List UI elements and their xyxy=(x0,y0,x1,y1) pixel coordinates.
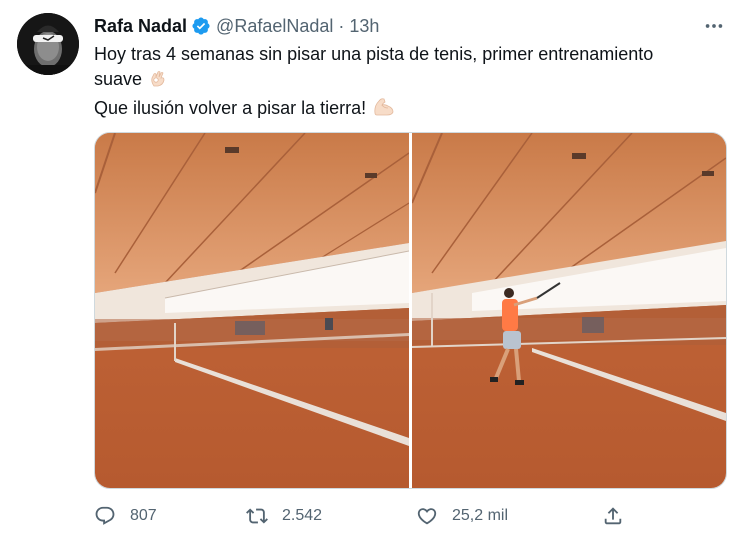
tweet-header: Rafa Nadal @RafaelNadal · 13h xyxy=(94,14,379,38)
tweet-actions-bar: 807 2.542 25,2 mil xyxy=(94,502,634,530)
author-handle[interactable]: @RafaelNadal xyxy=(216,16,333,37)
more-options-icon xyxy=(705,24,723,28)
tweet-text-line-2: suave xyxy=(94,69,143,89)
tweet-text-line-1: Hoy tras 4 semanas sin pisar una pista d… xyxy=(94,44,654,64)
share-button[interactable] xyxy=(602,502,624,530)
tweet-text-line-3-wrap: Que ilusión volver a pisar la tierra! xyxy=(94,95,694,124)
more-options-button[interactable] xyxy=(700,14,728,38)
share-icon xyxy=(604,507,622,525)
tweet-text-line-2-wrap: suave xyxy=(94,67,694,95)
tweet-time[interactable]: 13h xyxy=(349,16,379,37)
reply-icon xyxy=(95,506,115,525)
tweet-text: Hoy tras 4 semanas sin pisar una pista d… xyxy=(94,42,694,124)
retweet-button[interactable]: 2.542 xyxy=(246,502,322,530)
retweet-icon xyxy=(246,508,268,524)
reply-count: 807 xyxy=(130,507,157,524)
avatar-image xyxy=(17,13,79,75)
tennis-court-photo-2 xyxy=(412,133,726,488)
retweet-count: 2.542 xyxy=(282,507,323,524)
tweet-photo-2[interactable] xyxy=(412,133,726,488)
flexed-biceps-emoji-icon xyxy=(372,95,396,124)
like-count: 25,2 mil xyxy=(452,507,509,524)
tennis-court-photo-1 xyxy=(95,133,409,488)
author-name[interactable]: Rafa Nadal xyxy=(94,16,187,37)
heart-icon xyxy=(417,508,437,525)
reply-button[interactable]: 807 xyxy=(94,502,157,530)
like-button[interactable]: 25,2 mil xyxy=(416,502,508,530)
ok-hand-emoji-icon xyxy=(148,68,168,95)
avatar[interactable] xyxy=(17,13,79,75)
tweet-photo-1[interactable] xyxy=(95,133,409,488)
tweet-media-grid xyxy=(94,132,727,489)
verified-badge-icon xyxy=(192,17,210,35)
separator-dot: · xyxy=(338,15,345,36)
tweet-text-line-3: Que ilusión volver a pisar la tierra! xyxy=(94,98,367,118)
